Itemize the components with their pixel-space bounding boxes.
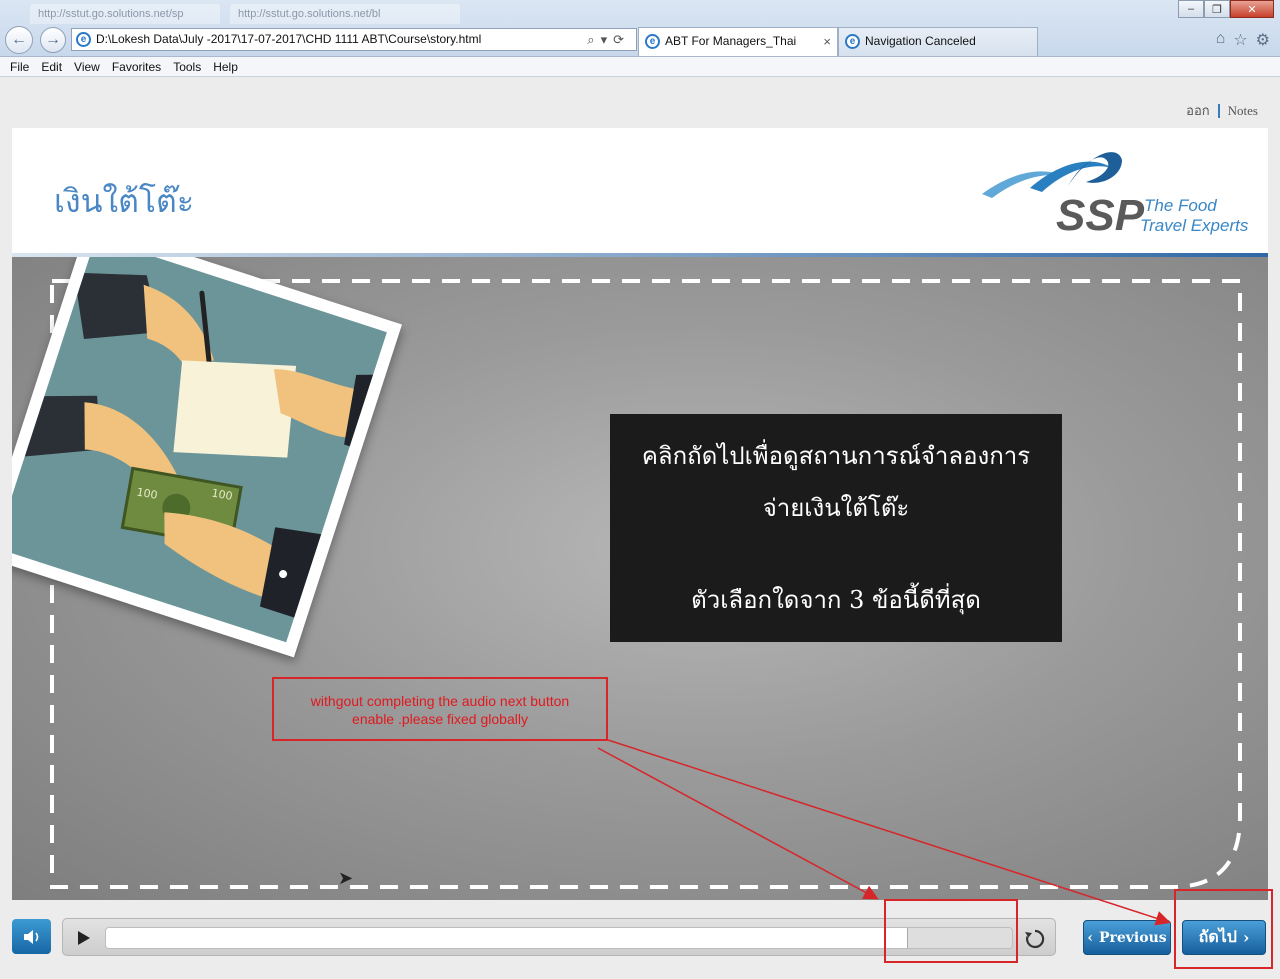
home-icon[interactable]: ⌂ (1216, 30, 1226, 50)
slide-stage: 100 100 คลิกถัดไปเพื่อดูสถานการณ์จำลองกา… (12, 257, 1268, 900)
instruction-line-2: จ่ายเงินใต้โต๊ะ (762, 494, 910, 522)
menu-bar: File Edit View Favorites Tools Help (0, 57, 1280, 77)
menu-view[interactable]: View (68, 60, 106, 74)
chevron-left-icon: ‹ (1087, 929, 1093, 946)
menu-tools[interactable]: Tools (167, 60, 207, 74)
tab-navigation-canceled[interactable]: e Navigation Canceled (838, 27, 1038, 56)
menu-file[interactable]: File (4, 60, 35, 74)
address-text: D:\Lokesh Data\July -2017\17-07-2017\CHD… (96, 32, 482, 46)
favorites-star-icon[interactable]: ☆ (1233, 30, 1247, 50)
ssp-logo: SSP The Food Travel Experts (972, 142, 1252, 242)
forward-button[interactable]: → (40, 27, 66, 53)
annotation-text-2: enable .please fixed globally (352, 711, 528, 727)
tab-label: ABT For Managers_Thai (665, 34, 797, 48)
close-window-button[interactable]: ✕ (1230, 0, 1274, 18)
annotation-text-1: withgout completing the audio next butto… (310, 693, 570, 709)
menu-edit[interactable]: Edit (35, 60, 68, 74)
settings-gear-icon[interactable]: ⚙ (1256, 30, 1270, 50)
previous-button[interactable]: ‹ Previous (1083, 920, 1171, 955)
seek-track[interactable] (105, 927, 1013, 949)
search-refresh-icons[interactable]: ⌕▾⟳ (587, 29, 630, 50)
background-tab-2[interactable]: http://sstut.go.solutions.net/bl (230, 4, 460, 24)
menu-help[interactable]: Help (207, 60, 244, 74)
annotation-highlight-next (1174, 889, 1273, 969)
forward-arrow-icon: → (45, 31, 61, 48)
seek-progress-fill (106, 928, 908, 948)
ssp-brand-text: SSP (1056, 191, 1145, 240)
ie-icon: e (76, 32, 91, 47)
exit-link[interactable]: ออก (1186, 100, 1210, 121)
instruction-line-1: คลิกถัดไปเพื่อดูสถานการณ์จำลองการ (641, 442, 1031, 470)
maximize-button[interactable]: ❐ (1204, 0, 1230, 18)
volume-button[interactable] (12, 919, 51, 954)
tab-label: Navigation Canceled (865, 34, 976, 48)
player-top-links: ออก Notes (1186, 100, 1258, 121)
background-tab-1[interactable]: http://sstut.go.solutions.net/sp (30, 4, 220, 24)
back-arrow-icon: ← (11, 31, 27, 48)
logo-tagline-2: Travel Experts (1140, 216, 1249, 235)
notes-link[interactable]: Notes (1228, 103, 1258, 119)
link-divider (1217, 103, 1220, 118)
menu-favorites[interactable]: Favorites (106, 60, 167, 74)
annotation-highlight-seekbar (884, 899, 1018, 963)
play-icon[interactable] (73, 928, 93, 948)
instruction-spacer (610, 534, 1062, 574)
slide-canvas: เงินใต้โต๊ะ SSP The Food Travel Experts (12, 128, 1268, 900)
toolbar-icons: ⌂ ☆ ⚙ (1216, 30, 1270, 50)
instruction-box: คลิกถัดไปเพื่อดูสถานการณ์จำลองการ จ่ายเง… (610, 414, 1062, 642)
address-bar[interactable]: e D:\Lokesh Data\July -2017\17-07-2017\C… (71, 28, 637, 51)
close-tab-icon[interactable]: × (823, 28, 831, 55)
ie-icon: e (645, 34, 660, 49)
annotation-callout: withgout completing the audio next butto… (272, 677, 608, 741)
previous-label: Previous (1098, 929, 1167, 946)
browser-chrome: http://sstut.go.solutions.net/sp http://… (0, 0, 1280, 57)
slide-title: เงินใต้โต๊ะ (54, 182, 194, 220)
instruction-line-3: ตัวเลือกใดจาก 3 ข้อนี้ดีที่สุด (691, 586, 981, 614)
logo-tagline-1: The Food (1144, 196, 1217, 215)
tab-abt-managers[interactable]: e ABT For Managers_Thai × (638, 27, 838, 56)
speaker-icon (23, 929, 38, 944)
replay-icon[interactable] (1023, 927, 1047, 951)
back-button[interactable]: ← (5, 26, 33, 54)
window-controls: – ❐ ✕ (1178, 0, 1274, 18)
minimize-button[interactable]: – (1178, 0, 1204, 18)
ie-icon: e (845, 34, 860, 49)
mouse-cursor-icon: ➤ (338, 868, 354, 888)
